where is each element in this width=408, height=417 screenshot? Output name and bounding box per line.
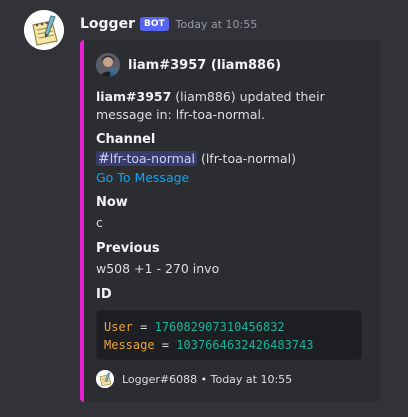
embed-description: liam#3957 (liam886) updated their messag…: [96, 88, 366, 124]
embed: liam#3957 (liam886) liam#3957 (liam886) …: [80, 40, 380, 402]
author-name: liam#3957 (liam886): [128, 57, 282, 73]
author-avatar-icon[interactable]: [96, 53, 120, 77]
footer-text: Logger#6088 • Today at 10:55: [122, 372, 293, 386]
channel-mention[interactable]: #lfr-toa-normal: [96, 151, 197, 167]
hash-icon: #: [98, 151, 110, 167]
embed-footer: Logger#6088 • Today at 10:55: [96, 370, 292, 388]
field-channel-value: #lfr-toa-normal (lfr-toa-normal): [96, 151, 296, 167]
description-user: liam#3957: [96, 89, 172, 104]
code-user-key: User: [104, 320, 133, 334]
field-previous-value: w508 +1 - 270 invo: [96, 261, 220, 276]
field-channel-name: Channel: [96, 132, 156, 147]
field-now-name: Now: [96, 195, 128, 210]
embed-accent-bar: [80, 40, 84, 402]
username[interactable]: Logger: [80, 16, 135, 32]
message-header: Logger BOT Today at 10:55: [80, 14, 257, 34]
code-equals: =: [154, 338, 177, 352]
timestamp[interactable]: Today at 10:55: [176, 18, 258, 31]
field-previous-name: Previous: [96, 241, 160, 256]
id-codeblock: User = 176082907310456832 Message = 1037…: [96, 310, 362, 360]
embed-author: liam#3957 (liam886): [96, 53, 281, 77]
field-now-value: c: [96, 215, 103, 230]
go-to-message-link[interactable]: Go To Message: [96, 170, 189, 185]
bot-badge: BOT: [139, 17, 169, 31]
field-id-name: ID: [96, 287, 112, 302]
bot-avatar-notepad-icon[interactable]: [24, 10, 64, 50]
channel-mention-label: lfr-toa-normal: [109, 151, 195, 166]
code-equals: =: [132, 320, 155, 334]
code-user-value: 176082907310456832: [154, 320, 285, 334]
channel-suffix: (lfr-toa-normal): [196, 151, 296, 166]
code-message-value: 1037664632426483743: [176, 338, 314, 352]
footer-notepad-icon: [96, 370, 114, 388]
code-message-key: Message: [104, 338, 155, 352]
chat-message: Logger BOT Today at 10:55 liam#3957 (lia…: [0, 0, 408, 417]
